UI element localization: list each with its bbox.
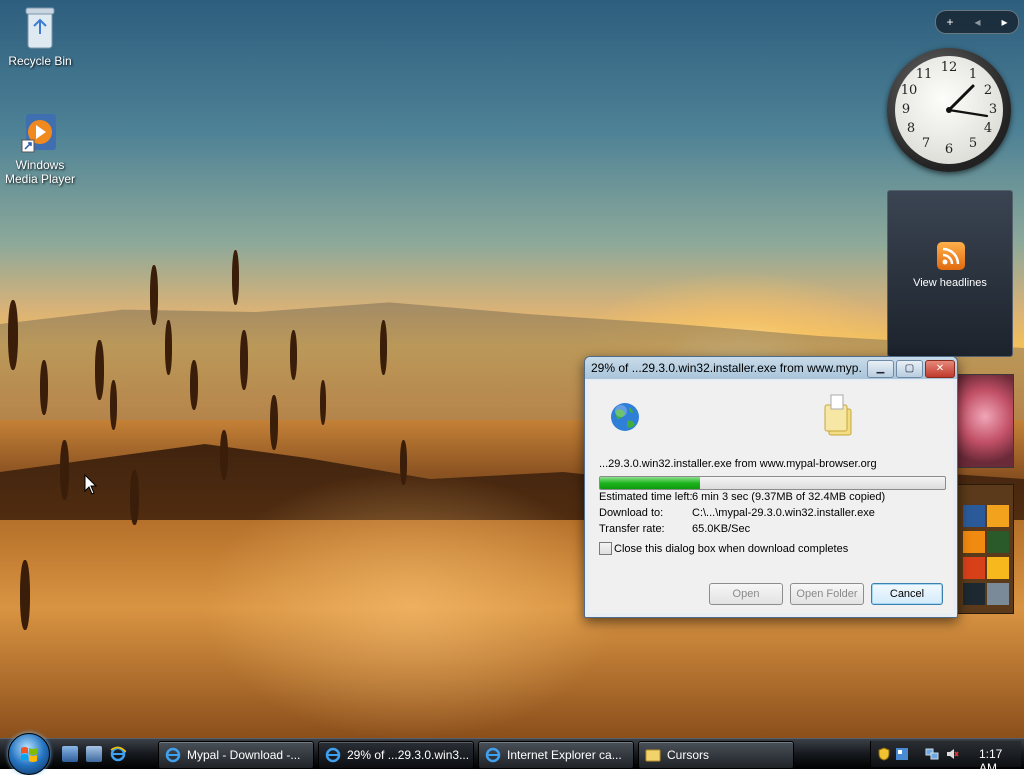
picture-puzzle-gadget[interactable]	[956, 484, 1014, 614]
media-player-shortcut[interactable]: Windows Media Player	[0, 112, 80, 186]
show-desktop-icon[interactable]	[62, 746, 78, 762]
network-icon[interactable]	[925, 747, 939, 761]
field-glow	[200, 470, 620, 738]
rss-icon	[937, 242, 965, 270]
taskbar-item-label: Cursors	[667, 748, 710, 762]
globe-icon	[611, 403, 639, 431]
media-player-icon	[20, 112, 60, 156]
download-progress-fill	[600, 477, 701, 489]
dialog-title: 29% of ...29.3.0.win32.installer.exe fro…	[591, 361, 861, 375]
grass-stalk	[40, 360, 48, 415]
ie-icon	[325, 747, 341, 763]
download-to-value: C:\...\mypal-29.3.0.win32.installer.exe	[692, 507, 875, 519]
grass-stalk	[380, 320, 387, 375]
volume-muted-icon[interactable]	[945, 747, 959, 761]
close-button[interactable]: ✕	[925, 360, 955, 378]
slideshow-gadget[interactable]	[956, 374, 1014, 468]
puzzle-tile[interactable]	[987, 557, 1009, 579]
system-tray: 1:17 AM	[870, 741, 1021, 775]
download-progress-bar	[599, 476, 946, 490]
puzzle-tile[interactable]	[963, 531, 985, 553]
ie-icon	[165, 747, 181, 763]
grass-stalk	[232, 250, 239, 305]
taskbar-item-mypal-download[interactable]: Mypal - Download -...	[158, 741, 314, 769]
puzzle-tile[interactable]	[987, 505, 1009, 527]
puzzle-tile[interactable]	[963, 583, 985, 605]
view-headlines-label[interactable]: View headlines	[888, 277, 1012, 289]
clock-face: 12 1 2 3 4 5 6 7 8 9 10 11	[895, 56, 1003, 164]
ie-quicklaunch-icon[interactable]	[110, 746, 126, 762]
taskbar-item-label: Internet Explorer ca...	[507, 748, 622, 762]
grass-stalk	[165, 320, 172, 375]
sidebar-controls: + ◂ ▸	[935, 10, 1019, 34]
switch-windows-icon[interactable]	[86, 746, 102, 762]
cancel-button[interactable]: Cancel	[871, 583, 943, 605]
puzzle-tile[interactable]	[963, 505, 985, 527]
grass-stalk	[95, 340, 104, 400]
media-player-label: Windows Media Player	[4, 158, 76, 186]
taskbar: Mypal - Download -... 29% of ...29.3.0.w…	[0, 733, 1024, 775]
dialog-body: ...29.3.0.win32.installer.exe from www.m…	[589, 381, 953, 613]
time-left-label: Estimated time left:	[599, 491, 693, 503]
grass-stalk	[110, 380, 117, 430]
taskbar-item-download-progress[interactable]: 29% of ...29.3.0.win3...	[318, 741, 474, 769]
transfer-rate-label: Transfer rate:	[599, 523, 665, 535]
grass-stalk	[130, 470, 139, 525]
puzzle-tile[interactable]	[963, 557, 985, 579]
grass-stalk	[290, 330, 297, 380]
mouse-cursor-icon	[84, 474, 98, 495]
open-button[interactable]: Open	[709, 583, 783, 605]
taskbar-item-label: Mypal - Download -...	[187, 748, 301, 762]
grass-stalk	[190, 360, 198, 410]
windows-logo-icon	[21, 747, 37, 762]
minimize-button[interactable]: ▁	[867, 360, 894, 378]
recycle-bin-shortcut[interactable]: Recycle Bin	[0, 4, 80, 68]
download-dialog: 29% of ...29.3.0.win32.installer.exe fro…	[584, 356, 958, 618]
grass-stalk	[8, 300, 18, 370]
transfer-rate-value: 65.0KB/Sec	[692, 523, 751, 535]
clock-gadget[interactable]: 12 1 2 3 4 5 6 7 8 9 10 11	[887, 48, 1011, 172]
clock-hands	[946, 84, 989, 118]
desktop-background: Recycle Bin Windows Media Player + ◂ ▸ 1…	[0, 0, 1024, 738]
folder-icon	[824, 394, 852, 436]
download-source-text: ...29.3.0.win32.installer.exe from www.m…	[599, 458, 877, 470]
taskbar-item-label: 29% of ...29.3.0.win3...	[347, 748, 470, 762]
folder-icon	[645, 749, 661, 762]
security-shield-icon[interactable]	[877, 747, 891, 761]
puzzle-tile[interactable]	[987, 583, 1009, 605]
recycle-bin-label: Recycle Bin	[8, 54, 72, 68]
recycle-bin-icon	[20, 4, 60, 52]
taskbar-item-internet-explorer[interactable]: Internet Explorer ca...	[478, 741, 634, 769]
close-when-done-label[interactable]: Close this dialog box when download comp…	[614, 543, 848, 555]
feed-headlines-gadget[interactable]: View headlines	[887, 190, 1013, 357]
start-button[interactable]	[8, 733, 50, 775]
puzzle-tile[interactable]	[987, 531, 1009, 553]
add-gadget-button[interactable]: +	[946, 15, 953, 29]
grass-stalk	[220, 430, 228, 480]
dialog-titlebar[interactable]: 29% of ...29.3.0.win32.installer.exe fro…	[585, 357, 957, 379]
grass-stalk	[240, 330, 248, 390]
grass-stalk	[270, 395, 278, 450]
close-when-done-checkbox[interactable]	[599, 542, 612, 555]
grass-stalk	[60, 440, 69, 500]
grass-stalk	[150, 265, 158, 325]
ie-icon	[485, 747, 501, 763]
taskbar-clock[interactable]: 1:17 AM	[979, 747, 1021, 775]
grass-stalk	[400, 440, 407, 485]
maximize-button[interactable]: ▢	[896, 360, 923, 378]
grass-stalk	[20, 560, 30, 630]
open-folder-button[interactable]: Open Folder	[790, 583, 864, 605]
grass-stalk	[320, 380, 326, 425]
sidebar-next-button[interactable]: ▸	[1001, 15, 1007, 29]
time-left-value: 6 min 3 sec (9.37MB of 32.4MB copied)	[692, 491, 886, 503]
sidebar-prev-button[interactable]: ◂	[974, 15, 980, 29]
windows-update-icon[interactable]	[895, 747, 909, 761]
download-to-label: Download to:	[599, 507, 664, 519]
taskbar-item-cursors[interactable]: Cursors	[638, 741, 794, 769]
